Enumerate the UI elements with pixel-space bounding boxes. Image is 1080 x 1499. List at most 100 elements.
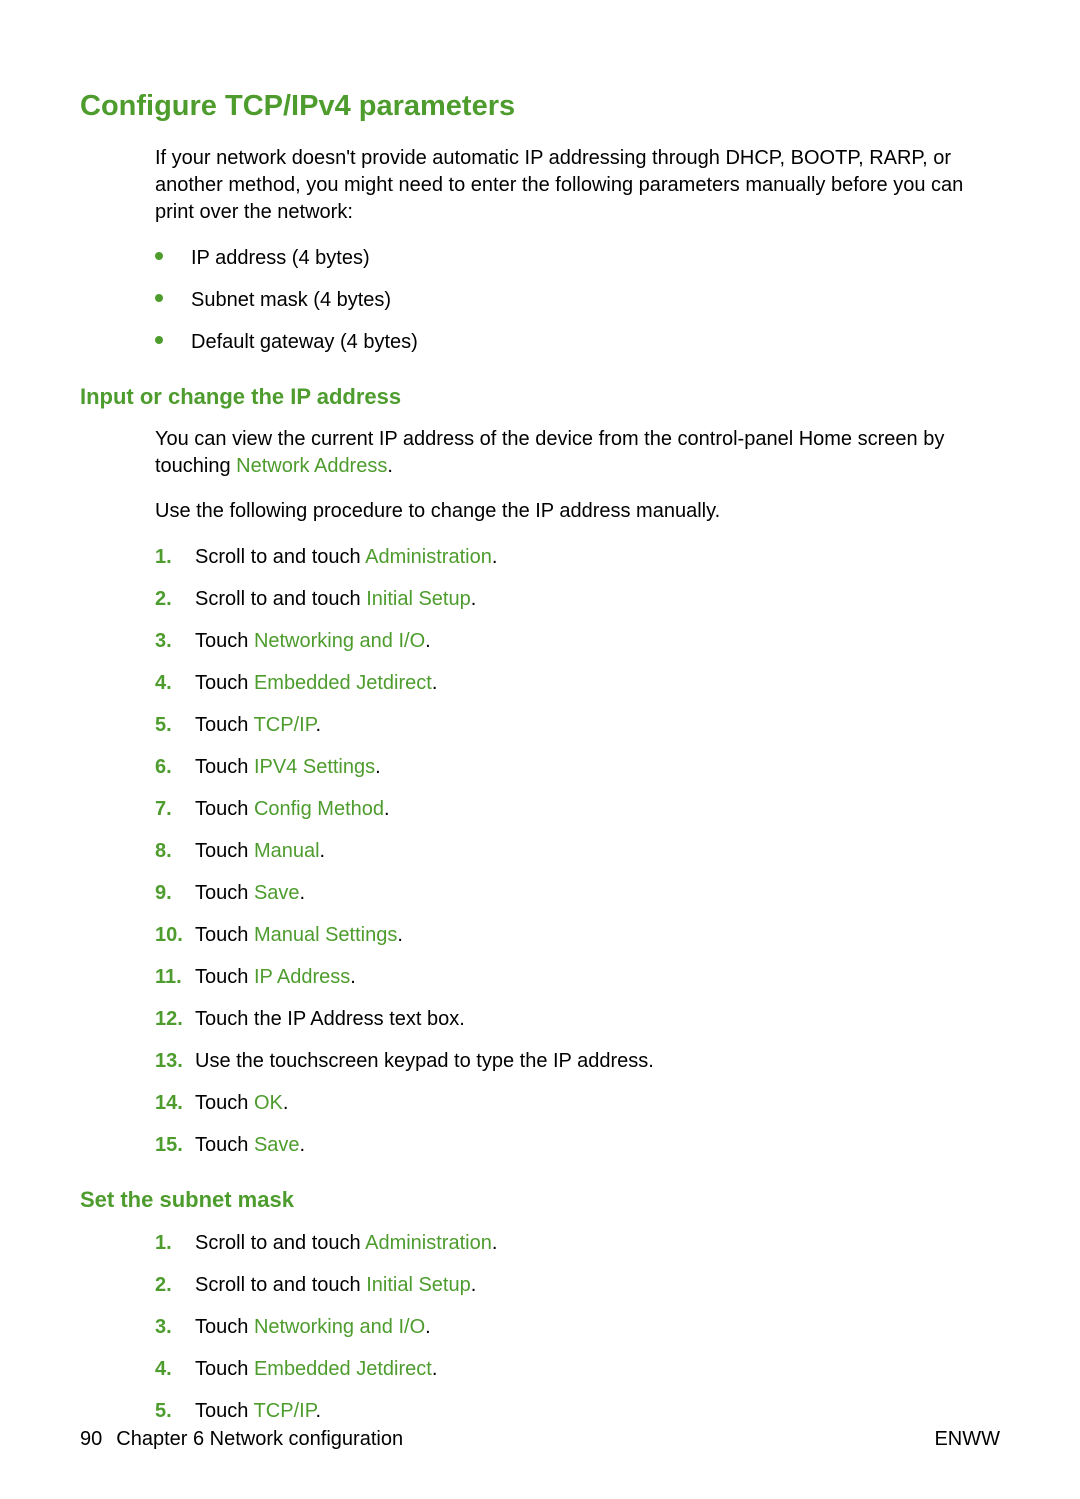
subnet-step-1: 1. Scroll to and touch Administration. xyxy=(155,1229,1000,1257)
chapter-label: Chapter 6 Network configuration xyxy=(116,1428,403,1451)
bullet-text: Default gateway (4 bytes) xyxy=(191,331,418,353)
step-7: 7.Touch Config Method. xyxy=(155,795,1000,823)
intro-paragraph: If your network doesn't provide automati… xyxy=(155,145,1000,226)
text: Touch xyxy=(195,1358,254,1380)
menu-tcpip: TCP/IP xyxy=(254,714,316,736)
menu-ipv4-settings: IPV4 Settings xyxy=(254,756,375,778)
bullet-ip-address: IP address (4 bytes) xyxy=(155,244,1000,272)
text: . xyxy=(387,455,393,477)
step-number: 2. xyxy=(155,1271,187,1299)
text: . xyxy=(397,924,403,946)
menu-tcpip: TCP/IP xyxy=(254,1400,316,1422)
text: Touch xyxy=(195,714,254,736)
document-page: Configure TCP/IPv4 parameters If your ne… xyxy=(0,0,1080,1499)
bullet-subnet-mask: Subnet mask (4 bytes) xyxy=(155,286,1000,314)
menu-embedded-jetdirect: Embedded Jetdirect xyxy=(254,672,432,694)
step-number: 1. xyxy=(155,543,187,571)
step-number: 2. xyxy=(155,585,187,613)
subnet-section: 1. Scroll to and touch Administration. 2.… xyxy=(155,1229,1000,1425)
step-number: 5. xyxy=(155,711,187,739)
ip-section: You can view the current IP address of t… xyxy=(155,426,1000,1159)
text: . xyxy=(471,1274,477,1296)
text: Scroll to and touch xyxy=(195,588,366,610)
ip-procedure-list: 1. Scroll to and touch Administration. 2.… xyxy=(155,543,1000,1159)
step-number: 13. xyxy=(155,1047,187,1075)
step-13: 13. Use the touchscreen keypad to type th… xyxy=(155,1047,1000,1075)
step-8: 8. Touch Manual. xyxy=(155,837,1000,865)
text: . xyxy=(471,588,477,610)
text: . xyxy=(492,1232,498,1254)
parameter-bullet-list: IP address (4 bytes) Subnet mask (4 byte… xyxy=(155,244,1000,356)
step-4: 4.Touch Embedded Jetdirect. xyxy=(155,669,1000,697)
step-15: 15.Touch Save. xyxy=(155,1131,1000,1159)
step-number: 9. xyxy=(155,879,187,907)
text: Touch xyxy=(195,1134,254,1156)
step-14: 14. Touch OK. xyxy=(155,1089,1000,1117)
menu-ok: OK xyxy=(254,1092,283,1114)
step-number: 3. xyxy=(155,627,187,655)
step-number: 10. xyxy=(155,921,187,949)
subnet-procedure-list: 1. Scroll to and touch Administration. 2.… xyxy=(155,1229,1000,1425)
text: Touch xyxy=(195,1400,254,1422)
text: . xyxy=(492,546,498,568)
step-2: 2. Scroll to and touch Initial Setup. xyxy=(155,585,1000,613)
bullet-dot-icon xyxy=(155,294,163,302)
subnet-step-4: 4. Touch Embedded Jetdirect. xyxy=(155,1355,1000,1383)
menu-administration: Administration xyxy=(365,1232,492,1254)
heading-input-or-change-ip: Input or change the IP address xyxy=(80,384,1000,410)
text: . xyxy=(425,1316,431,1338)
subnet-step-3: 3.Touch Networking and I/O. xyxy=(155,1313,1000,1341)
subnet-step-2: 2.Scroll to and touch Initial Setup. xyxy=(155,1271,1000,1299)
ip-procedure-intro: Use the following procedure to change th… xyxy=(155,498,1000,525)
bullet-dot-icon xyxy=(155,336,163,344)
menu-initial-setup: Initial Setup xyxy=(366,588,471,610)
menu-administration: Administration xyxy=(365,546,492,568)
text: Touch xyxy=(195,756,254,778)
text: . xyxy=(315,1400,321,1422)
menu-manual: Manual xyxy=(254,840,320,862)
menu-save: Save xyxy=(254,882,300,904)
text: . xyxy=(320,840,326,862)
step-number: 14. xyxy=(155,1089,187,1117)
step-number: 6. xyxy=(155,753,187,781)
step-number: 1. xyxy=(155,1229,187,1257)
bullet-default-gateway: Default gateway (4 bytes) xyxy=(155,328,1000,356)
text: Touch xyxy=(195,840,254,862)
text: . xyxy=(300,1134,306,1156)
subnet-step-5: 5.Touch TCP/IP. xyxy=(155,1397,1000,1425)
step-number: 11. xyxy=(155,963,187,991)
menu-config-method: Config Method xyxy=(254,798,384,820)
step-number: 3. xyxy=(155,1313,187,1341)
menu-networking-io: Networking and I/O xyxy=(254,1316,425,1338)
text: Scroll to and touch xyxy=(195,1232,365,1254)
step-number: 4. xyxy=(155,1355,187,1383)
step-1: 1. Scroll to and touch Administration. xyxy=(155,543,1000,571)
menu-networking-io: Networking and I/O xyxy=(254,630,425,652)
text: . xyxy=(283,1092,289,1114)
text: Use the touchscreen keypad to type the I… xyxy=(195,1050,654,1072)
step-5: 5.Touch TCP/IP. xyxy=(155,711,1000,739)
text: . xyxy=(432,1358,438,1380)
page-footer: 90 Chapter 6 Network configuration ENWW xyxy=(80,1428,1000,1451)
text: Scroll to and touch xyxy=(195,546,365,568)
step-12: 12.Touch the IP Address text box. xyxy=(155,1005,1000,1033)
text: . xyxy=(432,672,438,694)
step-3: 3.Touch Networking and I/O. xyxy=(155,627,1000,655)
step-number: 4. xyxy=(155,669,187,697)
menu-initial-setup: Initial Setup xyxy=(366,1274,471,1296)
menu-embedded-jetdirect: Embedded Jetdirect xyxy=(254,1358,432,1380)
footer-left: 90 Chapter 6 Network configuration xyxy=(80,1428,403,1451)
ip-view-paragraph: You can view the current IP address of t… xyxy=(155,426,1000,480)
heading-set-subnet-mask: Set the subnet mask xyxy=(80,1187,1000,1213)
text: . xyxy=(350,966,356,988)
step-number: 12. xyxy=(155,1005,187,1033)
page-number: 90 xyxy=(80,1428,102,1451)
text: Touch xyxy=(195,1092,254,1114)
step-number: 8. xyxy=(155,837,187,865)
menu-network-address: Network Address xyxy=(236,455,387,477)
text: Touch xyxy=(195,966,254,988)
intro-block: If your network doesn't provide automati… xyxy=(155,145,1000,356)
menu-save: Save xyxy=(254,1134,300,1156)
bullet-text: Subnet mask (4 bytes) xyxy=(191,289,391,311)
step-number: 7. xyxy=(155,795,187,823)
